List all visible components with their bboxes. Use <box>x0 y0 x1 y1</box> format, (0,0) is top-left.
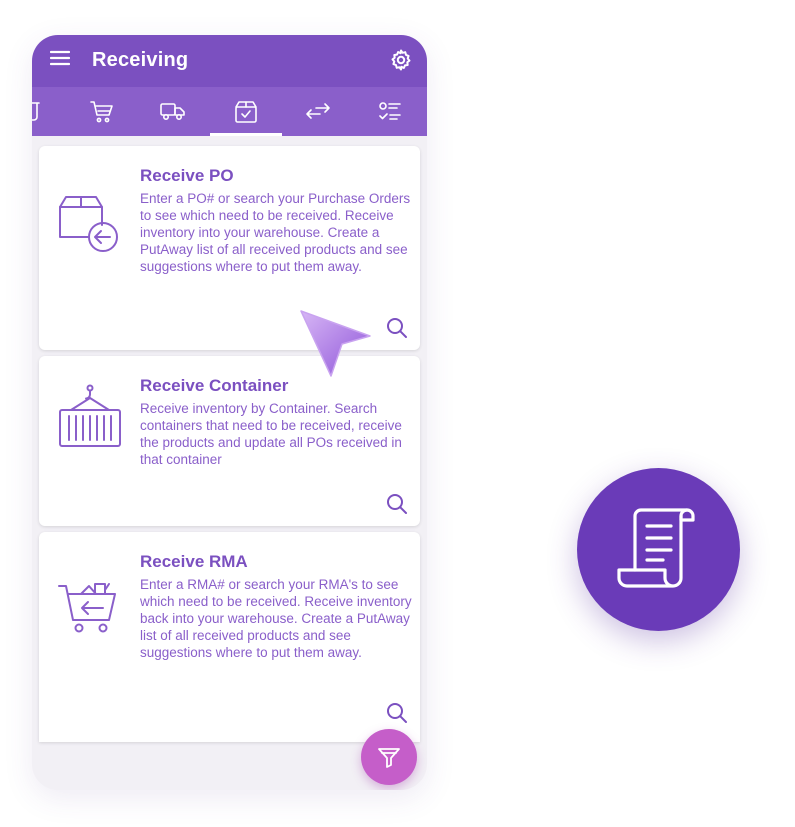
tab-partial[interactable] <box>32 87 68 136</box>
hamburger-menu-icon[interactable] <box>49 50 71 71</box>
app-bar: Receiving <box>32 35 427 87</box>
card-description: Enter a RMA# or search your RMA's to see… <box>140 577 412 660</box>
page-title: Receiving <box>92 49 189 71</box>
cart-return-icon <box>57 580 123 651</box>
tab-transfer[interactable] <box>282 87 354 136</box>
pointer-cursor-icon <box>298 308 374 385</box>
box-arrow-in-icon <box>57 191 123 262</box>
content-area: Receive PO Enter a PO# or search your Pu… <box>32 136 427 790</box>
filter-button[interactable] <box>361 729 417 785</box>
card-title: Receive PO <box>140 166 234 185</box>
tab-orders[interactable] <box>66 87 138 136</box>
card-description: Receive inventory by Container. Search c… <box>140 401 402 467</box>
tab-checklist[interactable] <box>354 87 426 136</box>
card-title: Receive Container <box>140 376 289 395</box>
search-icon[interactable] <box>386 702 408 729</box>
phone-frame: Receiving Receive PO Enter a PO# or sear… <box>32 35 427 790</box>
tab-shipping[interactable] <box>137 87 209 136</box>
card-description: Enter a PO# or search your Purchase Orde… <box>140 191 411 274</box>
card-title: Receive RMA <box>140 552 248 571</box>
receive-rma-card[interactable]: Receive RMA Enter a RMA# or search your … <box>39 532 420 742</box>
search-icon[interactable] <box>386 493 408 520</box>
shipping-container-icon <box>57 384 123 455</box>
receipt-badge <box>577 468 740 631</box>
search-icon[interactable] <box>386 317 408 344</box>
gear-icon[interactable] <box>389 48 413 77</box>
tab-bar <box>32 87 427 136</box>
tab-receiving[interactable] <box>210 87 282 136</box>
